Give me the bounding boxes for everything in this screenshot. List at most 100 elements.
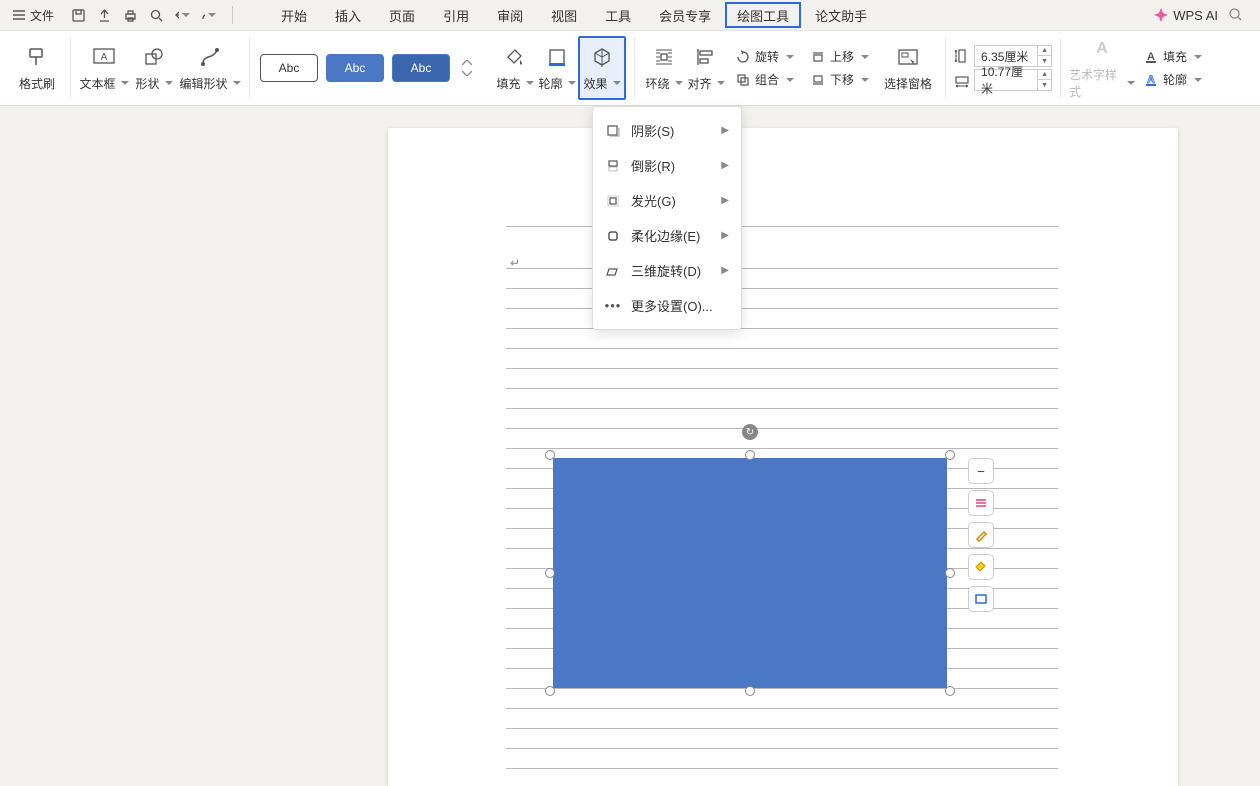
shape-icon [142, 45, 166, 69]
text-outline-icon: A [1143, 72, 1159, 88]
style-preset-2[interactable]: Abc [326, 54, 384, 82]
move-up-label: 上移 [830, 48, 854, 65]
divider [232, 6, 233, 24]
textbox-icon: A [92, 45, 116, 69]
ribbon: 格式刷 A 文本框 形状 编辑形状 Abc Abc Abc 填充 [0, 30, 1260, 106]
resize-handle-tm[interactable] [745, 450, 755, 460]
side-tool-fill[interactable] [968, 554, 994, 580]
chevron-right-icon: ▶ [721, 160, 729, 171]
text-fill-outline-stack: A 填充 A 轮廓 [1139, 46, 1206, 90]
dd-reflection[interactable]: 倒影(R) ▶ [593, 148, 741, 183]
side-tool-style[interactable] [968, 522, 994, 548]
dd-3d-rotation[interactable]: 三维旋转(D) ▶ [593, 253, 741, 288]
side-tool-outline[interactable] [968, 586, 994, 612]
dd-3d-rotation-label: 三维旋转(D) [631, 261, 701, 280]
style-preset-1[interactable]: Abc [260, 54, 318, 82]
side-tool-collapse[interactable]: − [968, 458, 994, 484]
resize-handle-lm[interactable] [545, 568, 555, 578]
resize-handle-br[interactable] [945, 686, 955, 696]
save-icon[interactable] [70, 7, 86, 23]
art-style-button[interactable]: A 艺术字样式 [1069, 36, 1135, 100]
textbox-label: 文本框 [79, 75, 128, 92]
height-value: 6.35厘米 [975, 48, 1037, 65]
dd-shadow[interactable]: 阴影(S) ▶ [593, 113, 741, 148]
shape-label: 形状 [135, 75, 172, 92]
dd-reflection-label: 倒影(R) [631, 156, 675, 175]
text-fill-button[interactable]: A 填充 [1139, 46, 1206, 67]
width-spinner[interactable]: ▲▼ [1037, 70, 1051, 90]
group-button[interactable]: 组合 [731, 69, 798, 90]
tab-start[interactable]: 开始 [267, 0, 321, 30]
shape-side-tools: − [968, 458, 994, 612]
selected-shape[interactable]: ↻ [545, 450, 955, 696]
group-format: 格式刷 [4, 31, 70, 105]
tab-review[interactable]: 审阅 [483, 0, 537, 30]
style-preset-3[interactable]: Abc [392, 54, 450, 82]
soft-edges-icon [605, 228, 621, 244]
hamburger-icon [12, 8, 26, 22]
dd-glow[interactable]: 发光(G) ▶ [593, 183, 741, 218]
resize-handle-tl[interactable] [545, 450, 555, 460]
print-icon[interactable] [122, 7, 138, 23]
selection-pane-button[interactable]: 选择窗格 [879, 36, 937, 100]
height-icon [954, 48, 970, 64]
more-icon: ••• [605, 298, 621, 314]
tab-page[interactable]: 页面 [375, 0, 429, 30]
height-spinner[interactable]: ▲▼ [1037, 46, 1051, 66]
outline-icon [545, 45, 569, 69]
move-down-button[interactable]: 下移 [806, 69, 873, 90]
resize-handle-tr[interactable] [945, 450, 955, 460]
style-gallery-expand[interactable] [458, 60, 476, 76]
tab-insert[interactable]: 插入 [321, 0, 375, 30]
tab-drawing-tools[interactable]: 绘图工具 [725, 2, 801, 28]
fill-button[interactable]: 填充 [494, 36, 536, 100]
outline-button[interactable]: 轮廓 [536, 36, 578, 100]
rotate-handle[interactable]: ↻ [742, 424, 758, 440]
ruled-line [506, 308, 1058, 309]
edit-shape-button[interactable]: 编辑形状 [179, 36, 241, 100]
dd-more-settings[interactable]: ••• 更多设置(O)... [593, 288, 741, 323]
undo-button[interactable] [174, 7, 190, 23]
size-stack: 6.35厘米 ▲▼ 10.77厘米 ▲▼ [954, 45, 1052, 91]
rotate-button[interactable]: 旋转 [731, 46, 798, 67]
rotate-icon [735, 49, 751, 65]
tab-thesis[interactable]: 论文助手 [801, 0, 881, 30]
menubar: 文件 开始 插入 页面 引用 审阅 视图 工具 会员专享 绘图工具 论文助手 W… [0, 0, 1260, 30]
resize-handle-bl[interactable] [545, 686, 555, 696]
wrap-button[interactable]: 环绕 [643, 36, 685, 100]
rectangle-shape[interactable] [553, 458, 947, 688]
glow-icon [605, 193, 621, 209]
search-icon[interactable] [1228, 7, 1244, 23]
side-tool-layout[interactable] [968, 490, 994, 516]
width-input[interactable]: 10.77厘米 ▲▼ [974, 69, 1052, 91]
wps-ai-button[interactable]: WPS AI [1153, 7, 1218, 23]
file-menu-button[interactable]: 文件 [6, 1, 60, 29]
effect-button[interactable]: 效果 [578, 36, 626, 100]
resize-handle-rm[interactable] [945, 568, 955, 578]
wrap-icon [652, 45, 676, 69]
align-icon [694, 45, 718, 69]
quick-access-toolbar [64, 7, 222, 23]
tab-reference[interactable]: 引用 [429, 0, 483, 30]
tab-tools[interactable]: 工具 [591, 0, 645, 30]
ruled-line [506, 748, 1058, 749]
text-fill-label: 填充 [1163, 48, 1187, 65]
tab-view[interactable]: 视图 [537, 0, 591, 30]
export-icon[interactable] [96, 7, 112, 23]
shape-button[interactable]: 形状 [129, 36, 179, 100]
textbox-button[interactable]: A 文本框 [79, 36, 129, 100]
print-preview-icon[interactable] [148, 7, 164, 23]
ruled-line [506, 428, 1058, 429]
ruled-line [506, 348, 1058, 349]
resize-handle-bm[interactable] [745, 686, 755, 696]
tab-member[interactable]: 会员专享 [645, 0, 725, 30]
format-painter-button[interactable]: 格式刷 [12, 36, 62, 100]
edit-shape-icon [198, 45, 222, 69]
dd-soft-edges[interactable]: 柔化边缘(E) ▶ [593, 218, 741, 253]
text-outline-button[interactable]: A 轮廓 [1139, 69, 1206, 90]
move-up-button[interactable]: 上移 [806, 46, 873, 67]
ruled-line [506, 388, 1058, 389]
redo-button[interactable] [200, 7, 216, 23]
align-button[interactable]: 对齐 [685, 36, 727, 100]
group-size: 6.35厘米 ▲▼ 10.77厘米 ▲▼ [946, 31, 1060, 105]
